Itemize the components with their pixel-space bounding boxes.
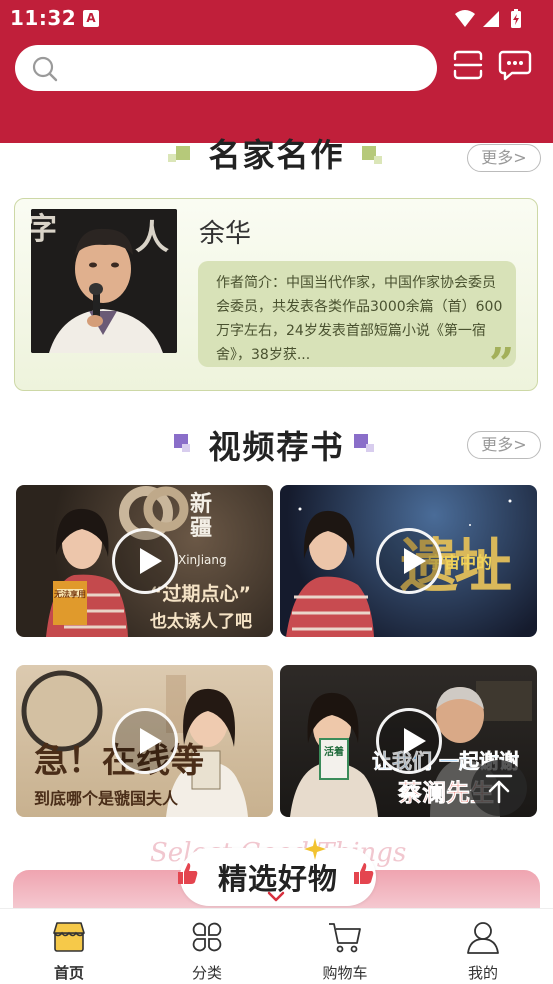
nav-label: 我的 xyxy=(467,964,498,982)
search-box[interactable] xyxy=(15,45,437,91)
message-icon[interactable] xyxy=(498,49,532,81)
nav-item-home[interactable]: 首页 xyxy=(0,909,138,984)
chevron-down-icon xyxy=(267,891,285,902)
author-bio: 作者简介：中国当代作家，中国作家协会委员会委员，共发表各类作品3000余篇（首）… xyxy=(216,275,503,363)
book-label: 活着 xyxy=(324,747,344,758)
video-caption: 也太诱人了吧 xyxy=(150,612,252,632)
arrow-up-icon xyxy=(485,774,513,804)
grid-icon xyxy=(192,922,222,952)
svg-text:字: 字 xyxy=(31,212,57,247)
scan-icon[interactable] xyxy=(452,49,484,81)
author-photo: 字 人 xyxy=(31,209,177,353)
author-bio-box: 作者简介：中国当代作家，中国作家协会委员会委员，共发表各类作品3000余篇（首）… xyxy=(198,261,516,367)
play-icon[interactable] xyxy=(112,708,178,774)
notification-app-icon: A xyxy=(83,10,99,27)
back-to-top-button[interactable] xyxy=(471,760,527,816)
header: 11:32 A xyxy=(0,0,553,143)
shop-icon xyxy=(53,922,85,952)
user-icon xyxy=(467,922,499,954)
nav-label: 购物车 xyxy=(322,964,368,982)
video-overlay-subtitle: XinJiang xyxy=(178,553,227,567)
quote-icon: ” xyxy=(489,339,515,390)
svg-text:人: 人 xyxy=(135,218,169,258)
author-name: 余华 xyxy=(199,219,252,249)
status-time: 11:32 xyxy=(10,6,77,30)
video-card[interactable]: 遗址 宇宙中的 xyxy=(280,485,537,637)
play-icon[interactable] xyxy=(112,528,178,594)
nav-label: 首页 xyxy=(53,964,84,982)
video-overlay-title: 新疆 xyxy=(190,492,213,541)
nav-item-cart[interactable]: 购物车 xyxy=(276,909,414,984)
video-caption: 到底哪个是虢国夫人 xyxy=(34,789,179,808)
video-card[interactable]: 新疆 XinJiang “过期点心” 也太诱人了吧 无法享用 xyxy=(16,485,273,637)
search-icon xyxy=(32,56,58,82)
book-label: 无法享用 xyxy=(54,590,86,599)
play-icon[interactable] xyxy=(376,708,442,774)
play-icon[interactable] xyxy=(376,528,442,594)
nav-item-category[interactable]: 分类 xyxy=(138,909,276,984)
nav-label: 分类 xyxy=(191,964,222,982)
bottom-nav: 首页 分类 购物车 我的 xyxy=(0,908,553,984)
status-bar: 11:32 A xyxy=(0,0,553,38)
video-card[interactable]: 急！在线等 到底哪个是虢国夫人 xyxy=(16,665,273,817)
wifi-signal-battery-icon xyxy=(455,9,521,28)
author-card[interactable]: 字 人 余华 作者简介：中国当代作家，中国作家协会委员会委员，共发表各类作品30… xyxy=(14,198,538,391)
cart-icon xyxy=(329,923,361,953)
more-authors-button[interactable]: 更多> xyxy=(467,144,541,172)
app-screen: 11:32 A 名家名作 更多> 字 人 余华 作者简介：中国当代作家，中国作家… xyxy=(0,0,553,984)
status-icons xyxy=(453,8,543,30)
search-input[interactable] xyxy=(71,45,421,91)
nav-item-profile[interactable]: 我的 xyxy=(414,909,552,984)
more-videos-button[interactable]: 更多> xyxy=(467,431,541,459)
